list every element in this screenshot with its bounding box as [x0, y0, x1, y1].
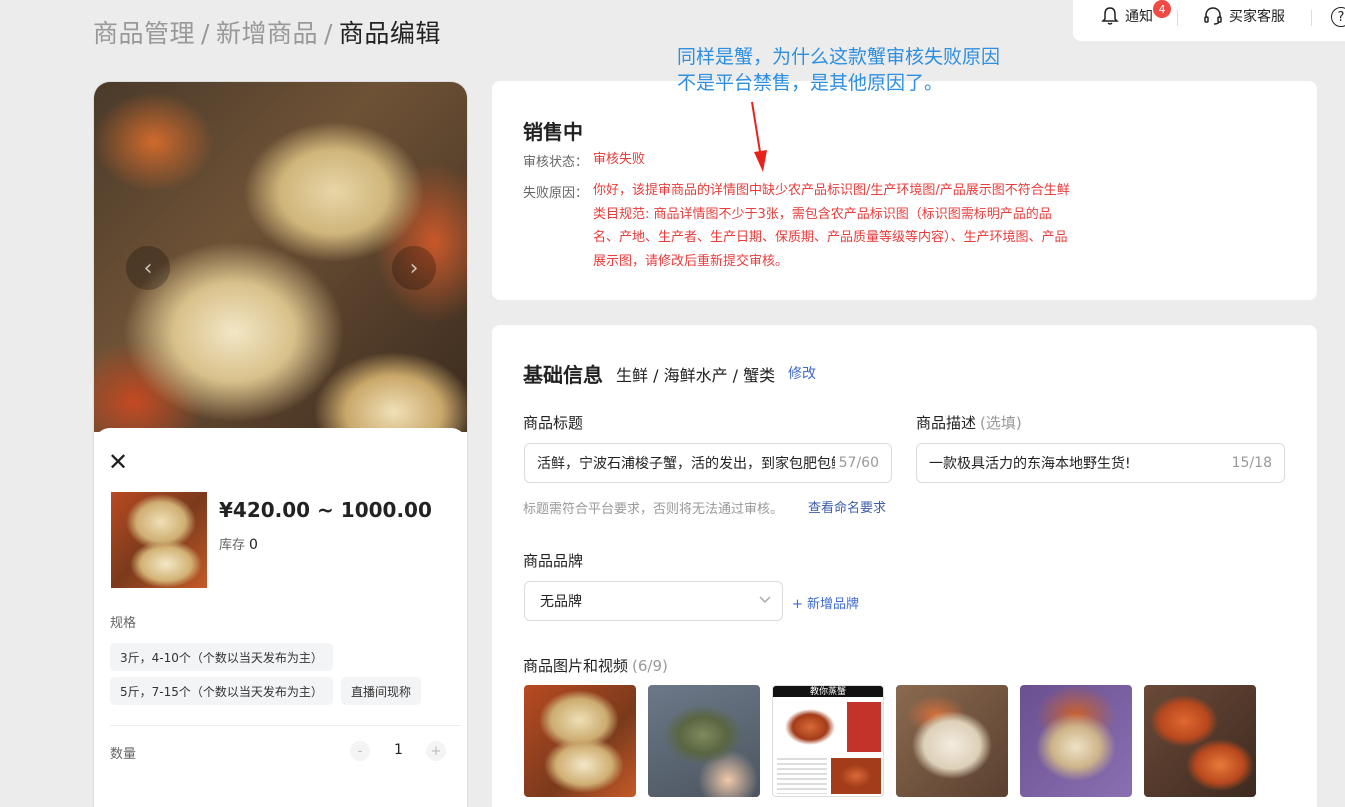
optional-tag: (选填): [980, 414, 1022, 432]
notification-button[interactable]: 通知: [1101, 6, 1153, 26]
notification-label: 通知: [1125, 9, 1153, 25]
product-desc-char-count: 15/18: [1227, 455, 1272, 471]
audit-status-value: 审核失败: [593, 152, 646, 167]
quantity-value[interactable]: 1: [394, 742, 403, 758]
product-desc-label: 商品描述 (选填): [916, 412, 1022, 433]
stock-value: 0: [249, 537, 258, 553]
toolbar-divider: [1177, 10, 1178, 26]
brand-selected-value: 无品牌: [540, 594, 582, 610]
close-icon[interactable]: ✕: [108, 450, 128, 474]
chevron-down-icon: [759, 596, 771, 604]
breadcrumb-separator: /: [201, 19, 210, 48]
gallery-image[interactable]: [1144, 685, 1256, 797]
add-brand-button[interactable]: + 新增品牌: [792, 593, 859, 612]
breadcrumb-item-goods-management[interactable]: 商品管理: [93, 19, 195, 48]
audit-status-card: 销售中 审核状态： 审核失败 失败原因： 你好，该提审商品的详情图中缺少农产品标…: [492, 81, 1317, 300]
carousel-next-arrow-icon[interactable]: ›: [392, 246, 436, 290]
stock-label: 库存: [219, 538, 246, 553]
basic-info-card: 基础信息 生鲜 / 海鲜水产 / 蟹类 修改 商品标题 活鲜，宁波石浦梭子蟹，活…: [492, 325, 1317, 807]
product-desc-label-text: 商品描述: [916, 414, 977, 432]
gallery-poster-title: 教你蒸蟹: [809, 687, 846, 697]
product-preview-phone: ‹ › ✕ ¥420.00 ~ 1000.00 库存 0 规格 3斤，4-10个（…: [94, 82, 467, 807]
sale-status-title: 销售中: [523, 120, 583, 144]
buyer-service-button[interactable]: 买家客服: [1203, 6, 1285, 26]
product-title-label: 商品标题: [523, 414, 584, 432]
gallery-image[interactable]: [1020, 685, 1132, 797]
spec-option[interactable]: 3斤，4-10个（个数以当天发布为主）: [110, 643, 333, 671]
poster-photo: [847, 702, 881, 752]
category-path: 生鲜 / 海鲜水产 / 蟹类: [616, 366, 776, 385]
gallery-image[interactable]: [648, 685, 760, 797]
basic-info-title: 基础信息: [523, 363, 603, 387]
images-count: (6/9): [632, 657, 668, 675]
product-desc-input[interactable]: 一款极具活力的东海本地野生货! 15/18: [916, 443, 1285, 483]
product-desc-value: 一款极具活力的东海本地野生货!: [929, 456, 1131, 472]
product-main-image: ‹ ›: [94, 82, 467, 432]
breadcrumb-item-new-goods[interactable]: 新增商品: [216, 19, 318, 48]
naming-rules-link[interactable]: 查看命名要求: [808, 497, 886, 516]
product-title-char-count: 57/60: [834, 455, 879, 471]
brand-label: 商品品牌: [523, 552, 584, 570]
headset-icon: [1204, 7, 1222, 25]
poster-photo: [777, 702, 843, 752]
spec-option[interactable]: 5斤，7-15个（个数以当天发布为主）: [110, 677, 333, 705]
brand-select[interactable]: 无品牌: [524, 581, 783, 621]
quantity-increase-button[interactable]: +: [426, 741, 446, 761]
quantity-label: 数量: [110, 747, 137, 762]
spec-option[interactable]: 直播间现称: [341, 677, 422, 705]
audit-status-label: 审核状态：: [523, 155, 589, 170]
fail-reason-label: 失败原因：: [523, 186, 589, 201]
notification-count-badge: 4: [1153, 0, 1171, 18]
spec-title: 规格: [110, 616, 137, 631]
product-title-value: 活鲜，宁波石浦梭子蟹，活的发出，到家包肥包鲜: [537, 456, 845, 472]
product-title-input[interactable]: 活鲜，宁波石浦梭子蟹，活的发出，到家包肥包鲜 57/60: [524, 443, 892, 483]
toolbar-divider: [1311, 10, 1312, 26]
fail-reason-text: 你好，该提审商品的详情图中缺少农产品标识图/生产环境图/产品展示图不符合生鲜类目…: [593, 183, 1070, 269]
buyer-service-label: 买家客服: [1229, 9, 1285, 25]
bell-icon: [1101, 7, 1119, 25]
stock-info: 库存 0: [219, 534, 258, 553]
gallery-image[interactable]: [524, 685, 636, 797]
annotation-arrow-icon: [751, 101, 767, 172]
breadcrumb: 商品管理 / 新增商品 / 商品编辑: [93, 14, 441, 50]
sku-selection-sheet: ✕ ¥420.00 ~ 1000.00 库存 0 规格 3斤，4-10个（个数以当…: [94, 428, 467, 807]
title-rule-hint: 标题需符合平台要求，否则将无法通过审核。: [523, 502, 784, 517]
poster-photo: [831, 758, 881, 794]
quantity-decrease-button[interactable]: -: [350, 741, 370, 761]
carousel-prev-arrow-icon[interactable]: ‹: [126, 246, 170, 290]
breadcrumb-current: 商品编辑: [338, 19, 441, 48]
price-range: ¥420.00 ~ 1000.00: [219, 498, 432, 522]
top-toolbar: 通知 4 买家客服 ?: [1073, 0, 1345, 41]
breadcrumb-separator: /: [323, 19, 333, 48]
divider: [110, 725, 461, 726]
gallery-image[interactable]: 教你蒸蟹: [772, 685, 884, 797]
images-label-text: 商品图片和视频: [523, 657, 629, 675]
annotation-note: 同样是蟹，为什么这款蟹审核失败原因 不是平台禁售，是其他原因了。: [677, 46, 1001, 94]
edit-category-link[interactable]: 修改: [788, 363, 816, 383]
sku-thumbnail-image: [111, 492, 207, 588]
gallery-image[interactable]: [896, 685, 1008, 797]
help-icon[interactable]: ?: [1331, 7, 1345, 27]
poster-photo: [777, 758, 827, 794]
images-label: 商品图片和视频 (6/9): [523, 655, 668, 676]
